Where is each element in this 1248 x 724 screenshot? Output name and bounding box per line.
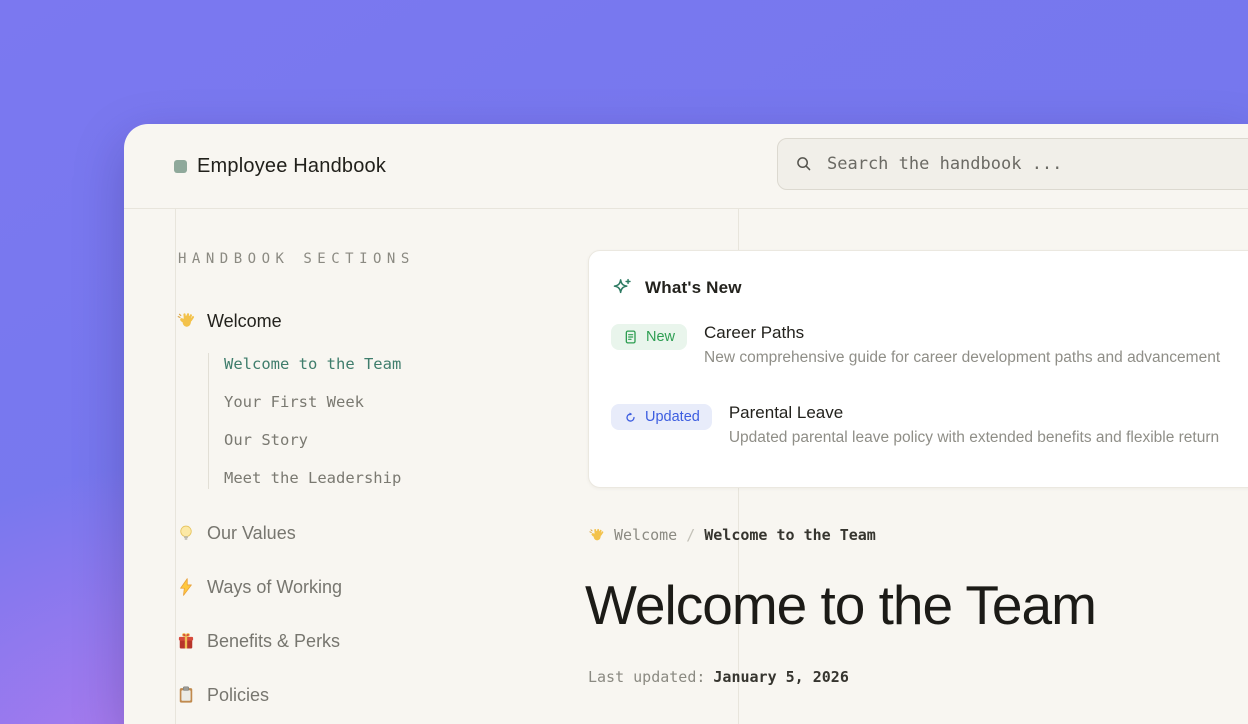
- new-badge: New: [611, 324, 687, 350]
- last-updated-label: Last updated:: [588, 668, 705, 686]
- subnav-item-our-story[interactable]: Our Story: [224, 429, 401, 451]
- breadcrumb: Welcome / Welcome to the Team: [588, 526, 876, 544]
- sidebar-item-label: Policies: [207, 685, 269, 706]
- sidebar-item-label: Welcome: [207, 311, 282, 332]
- breadcrumb-page: Welcome to the Team: [704, 526, 876, 544]
- page-body: HANDBOOK SECTIONS Welcome Welcome to the…: [124, 209, 1248, 724]
- document-icon: [623, 329, 639, 345]
- bulb-icon: [176, 523, 196, 543]
- subnav-item-welcome-to-the-team[interactable]: Welcome to the Team: [224, 353, 401, 375]
- main-content: What's New New Career Paths New comprehe…: [588, 209, 1248, 724]
- news-item-description: New comprehensive guide for career devel…: [704, 349, 1220, 367]
- whats-new-title: What's New: [645, 278, 742, 298]
- gift-icon: [176, 631, 196, 651]
- subnav-item-your-first-week[interactable]: Your First Week: [224, 391, 401, 413]
- news-text: Parental Leave Updated parental leave po…: [729, 403, 1219, 447]
- search-input[interactable]: [827, 154, 1248, 174]
- app-header: Employee Handbook: [124, 124, 1248, 209]
- sidebar-item-welcome[interactable]: Welcome: [176, 309, 282, 333]
- breadcrumb-separator: /: [686, 526, 695, 544]
- app-title: Employee Handbook: [197, 155, 386, 178]
- sidebar-section-label: HANDBOOK SECTIONS: [178, 251, 415, 267]
- sparkle-icon: [611, 277, 633, 299]
- last-updated-value: January 5, 2026: [713, 668, 848, 686]
- green-square-icon: [174, 160, 187, 173]
- news-item-title: Career Paths: [704, 323, 1220, 343]
- page-title: Welcome to the Team: [585, 573, 1096, 637]
- bolt-icon: [176, 577, 196, 597]
- news-item-description: Updated parental leave policy with exten…: [729, 429, 1219, 447]
- sidebar-item-our-values[interactable]: Our Values: [176, 521, 296, 545]
- refresh-icon: [623, 410, 638, 425]
- sidebar-item-label: Ways of Working: [207, 577, 342, 598]
- wave-icon: [588, 527, 605, 544]
- breadcrumb-section[interactable]: Welcome: [614, 526, 677, 544]
- brand: Employee Handbook: [174, 124, 386, 209]
- news-item-title: Parental Leave: [729, 403, 1219, 423]
- last-updated: Last updated: January 5, 2026: [588, 668, 849, 686]
- wave-icon: [176, 311, 196, 331]
- whats-new-card: What's New New Career Paths New comprehe…: [588, 250, 1248, 488]
- news-text: Career Paths New comprehensive guide for…: [704, 323, 1220, 367]
- search-box[interactable]: [777, 138, 1248, 190]
- sidebar-item-benefits-perks[interactable]: Benefits & Perks: [176, 629, 340, 653]
- whats-new-header: What's New: [611, 277, 1248, 299]
- updated-badge: Updated: [611, 404, 712, 430]
- clipboard-icon: [176, 685, 196, 705]
- subnav-item-meet-the-leadership[interactable]: Meet the Leadership: [224, 467, 401, 489]
- news-item-career-paths[interactable]: New Career Paths New comprehensive guide…: [611, 323, 1248, 367]
- handbook-app-window: Employee Handbook HANDBOOK SECTIONS Welc…: [124, 124, 1248, 724]
- news-item-parental-leave[interactable]: Updated Parental Leave Updated parental …: [611, 403, 1248, 447]
- sidebar-item-label: Benefits & Perks: [207, 631, 340, 652]
- sidebar-item-ways-of-working[interactable]: Ways of Working: [176, 575, 342, 599]
- badge-label: Updated: [645, 409, 700, 425]
- sidebar-item-label: Our Values: [207, 523, 296, 544]
- search-icon: [794, 154, 814, 174]
- badge-label: New: [646, 329, 675, 345]
- sidebar-subnav-welcome: Welcome to the Team Your First Week Our …: [208, 353, 401, 489]
- sidebar-item-policies[interactable]: Policies: [176, 683, 269, 707]
